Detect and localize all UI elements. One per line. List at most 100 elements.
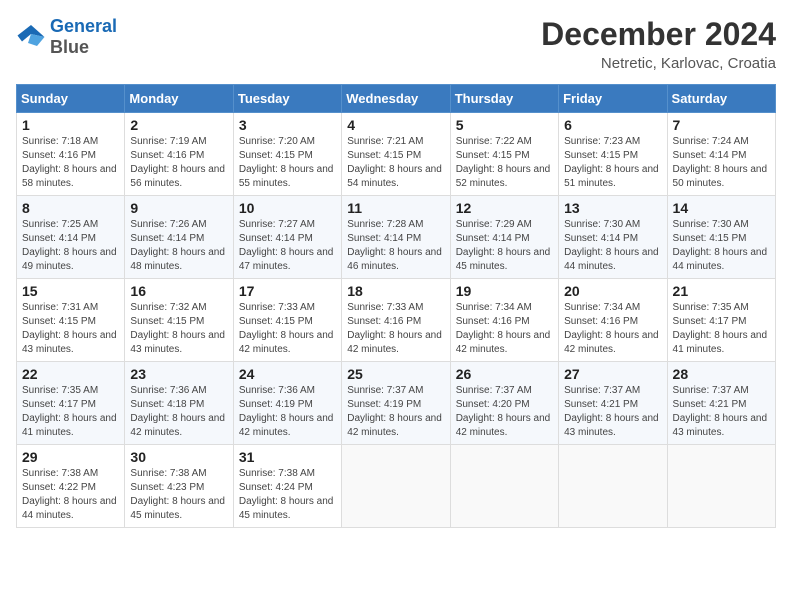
day-info: Sunrise: 7:19 AMSunset: 4:16 PMDaylight:… <box>130 135 227 191</box>
day-number: 5 <box>456 117 553 133</box>
table-row: 14 Sunrise: 7:30 AMSunset: 4:15 PMDayligh… <box>667 196 775 279</box>
table-row <box>450 445 558 528</box>
table-row: 4Sunrise: 7:21 AMSunset: 4:15 PMDaylight… <box>342 113 450 196</box>
table-row: 8 Sunrise: 7:25 AMSunset: 4:14 PMDaylight… <box>17 196 125 279</box>
table-row: 3Sunrise: 7:20 AMSunset: 4:15 PMDaylight… <box>233 113 341 196</box>
day-info: Sunrise: 7:38 AMSunset: 4:23 PMDaylight:… <box>130 467 227 523</box>
day-number: 11 <box>347 200 444 216</box>
day-info: Sunrise: 7:31 AMSunset: 4:15 PMDaylight:… <box>22 301 119 357</box>
day-info: Sunrise: 7:37 AMSunset: 4:19 PMDaylight:… <box>347 384 444 440</box>
day-info: Sunrise: 7:30 AMSunset: 4:14 PMDaylight:… <box>564 218 661 274</box>
day-number: 10 <box>239 200 336 216</box>
calendar-week-row: 22Sunrise: 7:35 AMSunset: 4:17 PMDayligh… <box>17 362 776 445</box>
day-number: 17 <box>239 283 336 299</box>
day-number: 20 <box>564 283 661 299</box>
col-tuesday: Tuesday <box>233 85 341 113</box>
day-info: Sunrise: 7:23 AMSunset: 4:15 PMDaylight:… <box>564 135 661 191</box>
day-info: Sunrise: 7:27 AMSunset: 4:14 PMDaylight:… <box>239 218 336 274</box>
day-info: Sunrise: 7:34 AMSunset: 4:16 PMDaylight:… <box>564 301 661 357</box>
logo-text: General Blue <box>50 16 117 58</box>
calendar-header-row: Sunday Monday Tuesday Wednesday Thursday… <box>17 85 776 113</box>
table-row: 7Sunrise: 7:24 AMSunset: 4:14 PMDaylight… <box>667 113 775 196</box>
day-number: 30 <box>130 449 227 465</box>
day-info: Sunrise: 7:18 AMSunset: 4:16 PMDaylight:… <box>22 135 119 191</box>
table-row: 20 Sunrise: 7:34 AMSunset: 4:16 PMDayligh… <box>559 279 667 362</box>
table-row: 10 Sunrise: 7:27 AMSunset: 4:14 PMDayligh… <box>233 196 341 279</box>
location-subtitle: Netretic, Karlovac, Croatia <box>541 55 776 72</box>
day-info: Sunrise: 7:28 AMSunset: 4:14 PMDaylight:… <box>347 218 444 274</box>
table-row <box>559 445 667 528</box>
table-row: 16Sunrise: 7:32 AMSunset: 4:15 PMDayligh… <box>125 279 233 362</box>
table-row: 13Sunrise: 7:30 AMSunset: 4:14 PMDayligh… <box>559 196 667 279</box>
day-number: 6 <box>564 117 661 133</box>
table-row <box>667 445 775 528</box>
table-row: 19Sunrise: 7:34 AMSunset: 4:16 PMDayligh… <box>450 279 558 362</box>
day-number: 18 <box>347 283 444 299</box>
page-header: General Blue December 2024 Netretic, Kar… <box>16 16 776 72</box>
table-row: 29 Sunrise: 7:38 AMSunset: 4:22 PMDayligh… <box>17 445 125 528</box>
day-info: Sunrise: 7:38 AMSunset: 4:22 PMDaylight:… <box>22 467 119 523</box>
table-row <box>342 445 450 528</box>
day-number: 4 <box>347 117 444 133</box>
day-number: 1 <box>22 117 119 133</box>
day-info: Sunrise: 7:29 AMSunset: 4:14 PMDaylight:… <box>456 218 553 274</box>
day-info: Sunrise: 7:22 AMSunset: 4:15 PMDaylight:… <box>456 135 553 191</box>
table-row: 17Sunrise: 7:33 AMSunset: 4:15 PMDayligh… <box>233 279 341 362</box>
day-info: Sunrise: 7:35 AMSunset: 4:17 PMDaylight:… <box>673 301 770 357</box>
logo: General Blue <box>16 16 117 58</box>
day-info: Sunrise: 7:36 AMSunset: 4:19 PMDaylight:… <box>239 384 336 440</box>
day-number: 27 <box>564 366 661 382</box>
day-number: 7 <box>673 117 770 133</box>
col-sunday: Sunday <box>17 85 125 113</box>
table-row: 11 Sunrise: 7:28 AMSunset: 4:14 PMDayligh… <box>342 196 450 279</box>
table-row: 21 Sunrise: 7:35 AMSunset: 4:17 PMDayligh… <box>667 279 775 362</box>
col-saturday: Saturday <box>667 85 775 113</box>
day-info: Sunrise: 7:30 AMSunset: 4:15 PMDaylight:… <box>673 218 770 274</box>
day-number: 21 <box>673 283 770 299</box>
table-row: 12Sunrise: 7:29 AMSunset: 4:14 PMDayligh… <box>450 196 558 279</box>
day-number: 31 <box>239 449 336 465</box>
day-info: Sunrise: 7:32 AMSunset: 4:15 PMDaylight:… <box>130 301 227 357</box>
col-friday: Friday <box>559 85 667 113</box>
col-monday: Monday <box>125 85 233 113</box>
calendar-table: Sunday Monday Tuesday Wednesday Thursday… <box>16 84 776 528</box>
day-number: 8 <box>22 200 119 216</box>
day-number: 24 <box>239 366 336 382</box>
day-info: Sunrise: 7:25 AMSunset: 4:14 PMDaylight:… <box>22 218 119 274</box>
table-row: 18 Sunrise: 7:33 AMSunset: 4:16 PMDayligh… <box>342 279 450 362</box>
day-number: 15 <box>22 283 119 299</box>
day-info: Sunrise: 7:34 AMSunset: 4:16 PMDaylight:… <box>456 301 553 357</box>
month-title: December 2024 <box>541 16 776 53</box>
table-row: 1 Sunrise: 7:18 AMSunset: 4:16 PMDaylight… <box>17 113 125 196</box>
day-info: Sunrise: 7:37 AMSunset: 4:21 PMDaylight:… <box>673 384 770 440</box>
title-area: December 2024 Netretic, Karlovac, Croati… <box>541 16 776 72</box>
calendar-week-row: 15 Sunrise: 7:31 AMSunset: 4:15 PMDayligh… <box>17 279 776 362</box>
day-info: Sunrise: 7:37 AMSunset: 4:21 PMDaylight:… <box>564 384 661 440</box>
day-number: 22 <box>22 366 119 382</box>
table-row: 31 Sunrise: 7:38 AMSunset: 4:24 PMDayligh… <box>233 445 341 528</box>
table-row: 2Sunrise: 7:19 AMSunset: 4:16 PMDaylight… <box>125 113 233 196</box>
table-row: 15 Sunrise: 7:31 AMSunset: 4:15 PMDayligh… <box>17 279 125 362</box>
table-row: 26 Sunrise: 7:37 AMSunset: 4:20 PMDayligh… <box>450 362 558 445</box>
day-number: 14 <box>673 200 770 216</box>
col-thursday: Thursday <box>450 85 558 113</box>
day-info: Sunrise: 7:37 AMSunset: 4:20 PMDaylight:… <box>456 384 553 440</box>
day-number: 23 <box>130 366 227 382</box>
logo-icon <box>16 23 46 51</box>
day-number: 25 <box>347 366 444 382</box>
table-row: 30 Sunrise: 7:38 AMSunset: 4:23 PMDayligh… <box>125 445 233 528</box>
day-number: 9 <box>130 200 227 216</box>
table-row: 24 Sunrise: 7:36 AMSunset: 4:19 PMDayligh… <box>233 362 341 445</box>
table-row: 28Sunrise: 7:37 AMSunset: 4:21 PMDayligh… <box>667 362 775 445</box>
col-wednesday: Wednesday <box>342 85 450 113</box>
day-info: Sunrise: 7:38 AMSunset: 4:24 PMDaylight:… <box>239 467 336 523</box>
day-info: Sunrise: 7:33 AMSunset: 4:16 PMDaylight:… <box>347 301 444 357</box>
calendar-week-row: 1 Sunrise: 7:18 AMSunset: 4:16 PMDaylight… <box>17 113 776 196</box>
table-row: 22Sunrise: 7:35 AMSunset: 4:17 PMDayligh… <box>17 362 125 445</box>
table-row: 5 Sunrise: 7:22 AMSunset: 4:15 PMDaylight… <box>450 113 558 196</box>
table-row: 27 Sunrise: 7:37 AMSunset: 4:21 PMDayligh… <box>559 362 667 445</box>
day-info: Sunrise: 7:36 AMSunset: 4:18 PMDaylight:… <box>130 384 227 440</box>
day-number: 26 <box>456 366 553 382</box>
day-number: 29 <box>22 449 119 465</box>
table-row: 6 Sunrise: 7:23 AMSunset: 4:15 PMDaylight… <box>559 113 667 196</box>
